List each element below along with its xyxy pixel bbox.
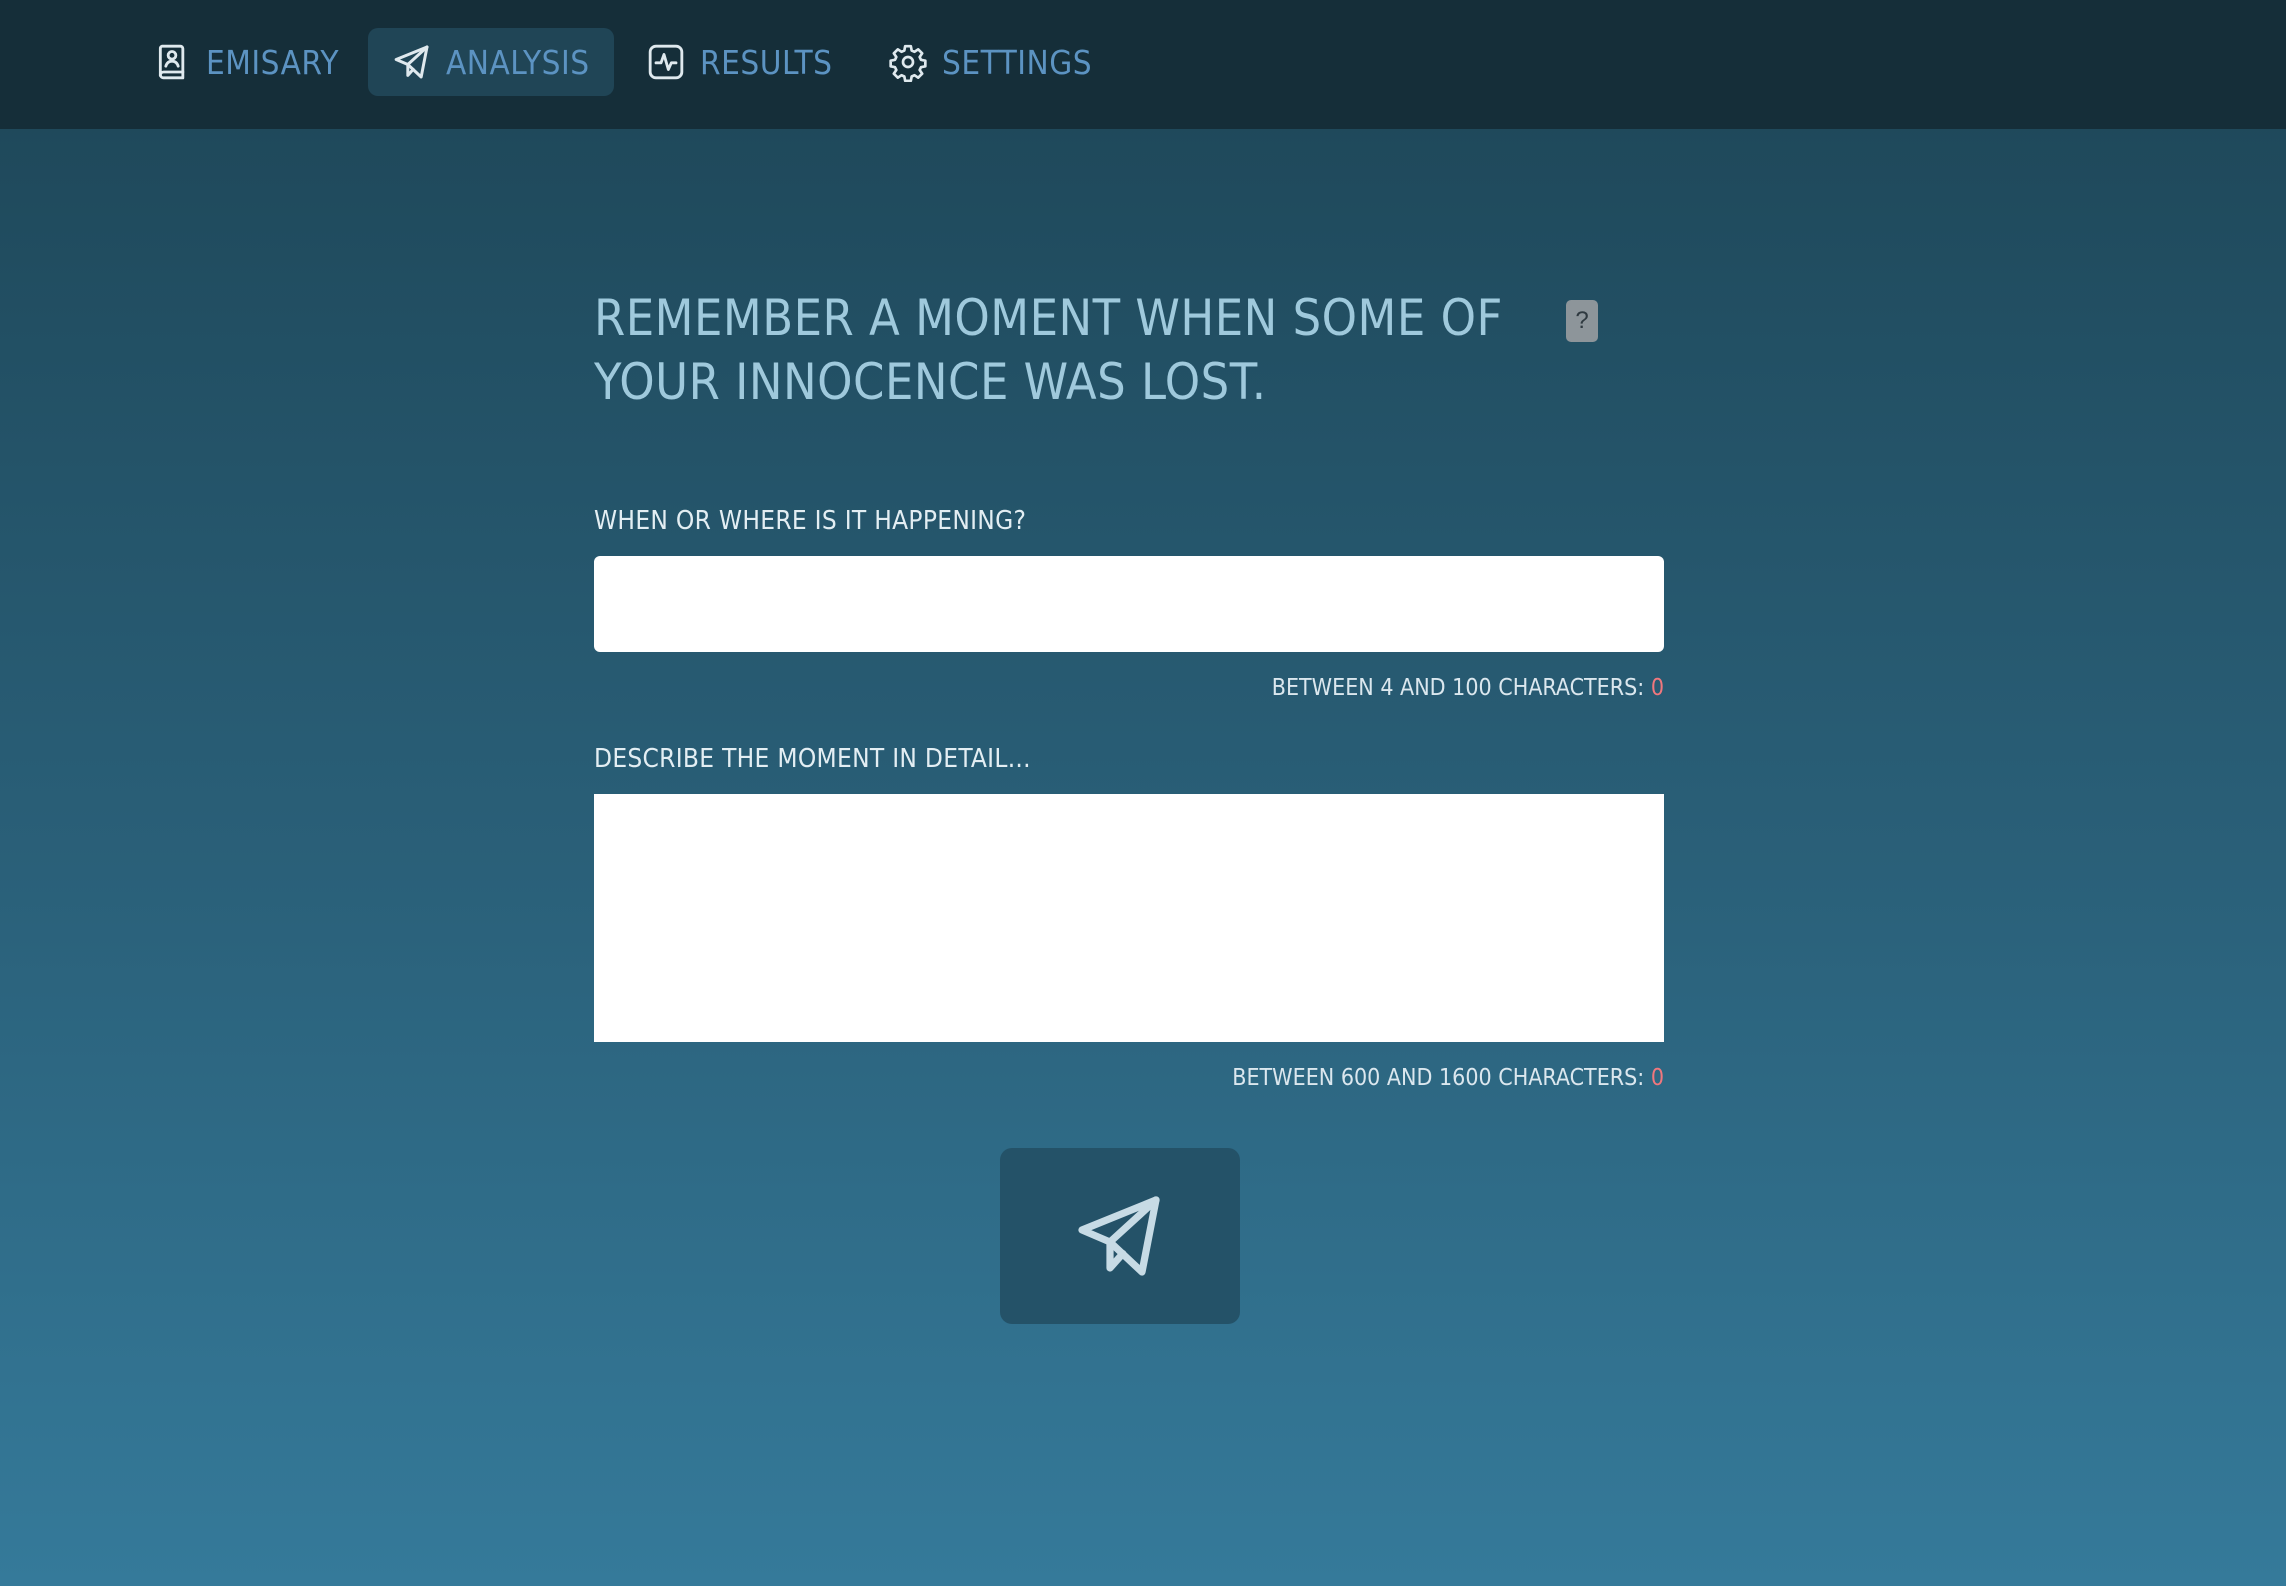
nav-label: SETTINGS [942,42,1093,82]
description-char-hint: BETWEEN 600 AND 1600 CHARACTERS: 0 [1232,1065,1664,1091]
prompt-title: REMEMBER A MOMENT WHEN SOME OF YOUR INNO… [594,289,1503,411]
paper-plane-icon [1078,1196,1160,1276]
portrait-book-icon [152,42,192,82]
help-button[interactable]: ? [1566,300,1598,342]
char-count: 0 [1650,675,1664,701]
submit-button[interactable] [1000,1148,1240,1324]
description-label: DESCRIBE THE MOMENT IN DETAIL... [594,744,1031,774]
nav-item-results[interactable]: RESULTS [622,28,856,96]
when-where-input[interactable] [594,556,1664,652]
char-hint-text: BETWEEN 4 AND 100 CHARACTERS: [1271,675,1651,701]
gear-icon [888,42,928,82]
paper-plane-icon [392,42,432,82]
nav-label: ANALYSIS [446,42,590,82]
nav-item-settings[interactable]: SETTINGS [864,28,1116,96]
nav-label: EMISARY [206,42,340,82]
nav-label: RESULTS [700,42,833,82]
char-hint-text: BETWEEN 600 AND 1600 CHARACTERS: [1232,1065,1651,1091]
char-count: 0 [1650,1065,1664,1091]
top-navbar: EMISARY ANALYSIS RESULTS SETTINGS [0,0,2286,129]
nav-item-emisary[interactable]: EMISARY [128,28,363,96]
nav-item-analysis[interactable]: ANALYSIS [368,28,614,96]
activity-icon [646,42,686,82]
when-where-label: WHEN OR WHERE IS IT HAPPENING? [594,506,1027,536]
description-textarea[interactable] [594,794,1664,1042]
when-where-char-hint: BETWEEN 4 AND 100 CHARACTERS: 0 [1272,675,1664,701]
